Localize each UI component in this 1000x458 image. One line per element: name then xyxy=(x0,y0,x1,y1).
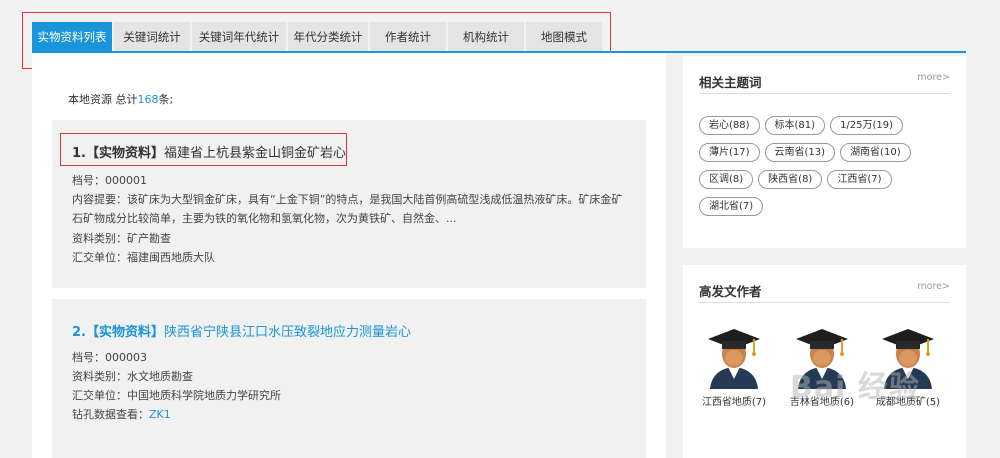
total-suffix: 条; xyxy=(158,93,174,106)
keyword-chip[interactable]: 湖北省(7) xyxy=(699,197,764,216)
result-index: 1. xyxy=(72,146,86,161)
author-item[interactable]: 江西省地质(7) xyxy=(691,323,777,408)
keyword-chip[interactable]: 标本(81) xyxy=(764,116,826,135)
panel-title: 相关主题词 xyxy=(699,75,762,90)
result-card: 1.【实物资料】福建省上杭县紫金山铜金矿岩心 档号：000001 内容提要：该矿… xyxy=(52,120,646,288)
tab-year-category-stats[interactable]: 年代分类统计 xyxy=(288,22,368,52)
tab-author-stats[interactable]: 作者统计 xyxy=(370,22,446,52)
results-panel: 本地资源 总计168条; 1.【实物资料】福建省上杭县紫金山铜金矿岩心 档号：0… xyxy=(32,53,666,458)
result-category: 资料类别：矿产勘查 xyxy=(72,232,171,245)
total-count: 168 xyxy=(137,93,159,106)
result-tag: 【实物资料】 xyxy=(85,325,164,340)
total-prefix: 本地资源 总计 xyxy=(68,93,138,106)
result-card: 2.【实物资料】陕西省宁陕县江口水压致裂地应力测量岩心 档号：000003 资料… xyxy=(52,299,646,458)
result-drill: 钻孔数据查看：ZK1 xyxy=(72,405,171,424)
result-title-link[interactable]: 2.【实物资料】陕西省宁陕县江口水压致裂地应力测量岩心 xyxy=(72,321,411,340)
result-abstract: 内容提要：该矿床为大型铜金矿床，具有“上金下铜”的特点，是我国大陆首例高硫型浅成… xyxy=(72,193,623,225)
tab-bar: 实物资料列表 关键词统计 关键词年代统计 年代分类统计 作者统计 机构统计 地图… xyxy=(32,22,604,52)
keyword-chip[interactable]: 江西省(7) xyxy=(827,170,892,189)
result-unit: 汇交单位：中国地质科学院地质力学研究所 xyxy=(72,389,281,402)
keyword-chip[interactable]: 云南省(13) xyxy=(764,143,836,162)
tab-institution-stats[interactable]: 机构统计 xyxy=(448,22,524,52)
result-total: 本地资源 总计168条; xyxy=(68,91,173,107)
panel-title: 高发文作者 xyxy=(699,284,762,299)
result-archive: 档号：000001 xyxy=(72,174,147,187)
author-name: 江西省地质(7) xyxy=(701,397,767,408)
result-category: 资料类别：水文地质勘查 xyxy=(72,370,193,383)
keyword-chip[interactable]: 陕西省(8) xyxy=(758,170,823,189)
panel-header: 相关主题词 more> xyxy=(699,70,950,94)
drill-label: 钻孔数据查看： xyxy=(72,408,149,421)
watermark-logo: Bai 经验 xyxy=(790,370,920,405)
related-keywords-panel: 相关主题词 more> 岩心(88) 标本(81) 1/25万(19) 薄片(17) 云… xyxy=(683,56,966,248)
tab-object-list[interactable]: 实物资料列表 xyxy=(32,22,112,52)
keyword-chip[interactable]: 湖南省(10) xyxy=(840,143,911,162)
graduate-avatar-icon xyxy=(708,329,760,389)
tab-keyword-stats[interactable]: 关键词统计 xyxy=(114,22,190,52)
panel-header: 高发文作者 more> xyxy=(699,279,950,303)
result-title: 陕西省宁陕县江口水压致裂地应力测量岩心 xyxy=(164,325,412,340)
keyword-list: 岩心(88) 标本(81) 1/25万(19) 薄片(17) 云南省(13) 湖南省(10… xyxy=(699,116,954,224)
result-unit: 汇交单位：福建闽西地质大队 xyxy=(72,251,215,264)
keyword-chip[interactable]: 薄片(17) xyxy=(699,143,760,162)
more-link[interactable]: more> xyxy=(917,72,950,83)
result-title: 福建省上杭县紫金山铜金矿岩心 xyxy=(164,146,347,161)
result-archive: 档号：000003 xyxy=(72,351,147,364)
keyword-chip[interactable]: 1/25万(19) xyxy=(830,116,904,135)
result-tag: 【实物资料】 xyxy=(85,146,164,161)
tab-map-mode[interactable]: 地图模式 xyxy=(526,22,602,52)
tab-keyword-year-stats[interactable]: 关键词年代统计 xyxy=(192,22,286,52)
keyword-chip[interactable]: 区调(8) xyxy=(699,170,754,189)
keyword-chip[interactable]: 岩心(88) xyxy=(699,116,760,135)
drill-link[interactable]: ZK1 xyxy=(149,408,171,421)
more-link[interactable]: more> xyxy=(917,281,950,292)
result-title-link[interactable]: 1.【实物资料】福建省上杭县紫金山铜金矿岩心 xyxy=(72,142,346,161)
result-index: 2. xyxy=(72,325,86,340)
